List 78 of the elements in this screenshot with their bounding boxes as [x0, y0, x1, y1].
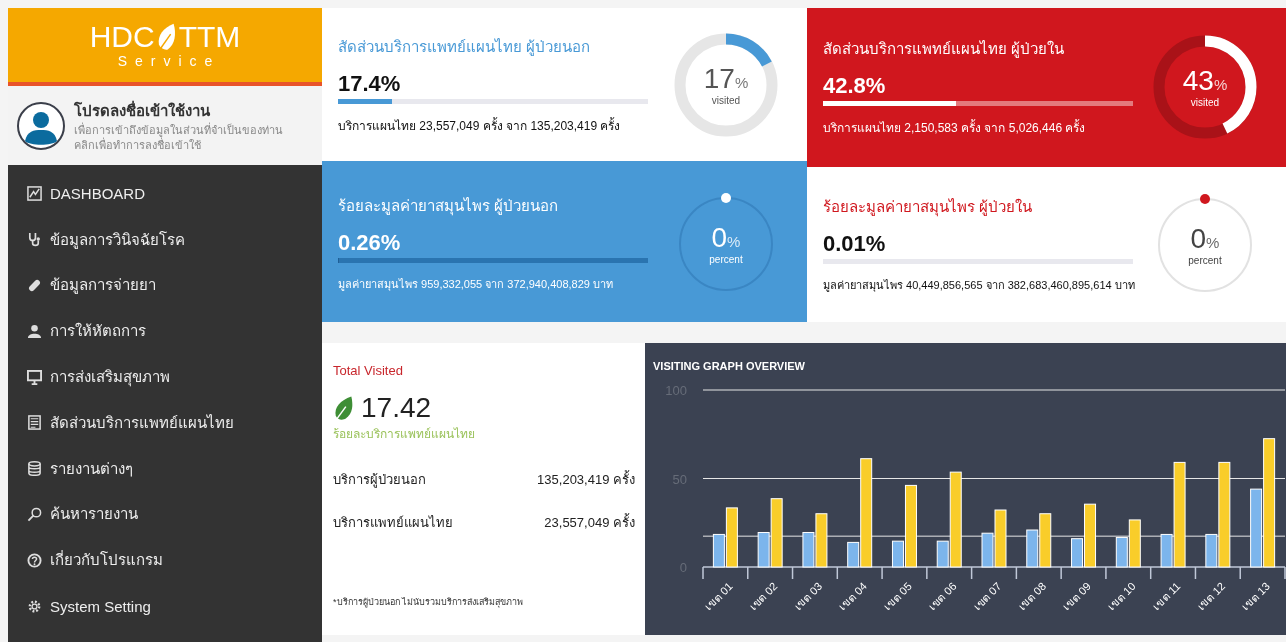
logo-subtitle: Service — [116, 53, 221, 69]
menu-item[interactable]: สัดส่วนบริการแพทย์แผนไทย — [8, 400, 322, 446]
bar — [1026, 529, 1039, 568]
menu-item[interactable]: ข้อมูลการจ่ายยา — [8, 262, 322, 309]
card-title: ร้อยละมูลค่ายาสมุนไพร ผู้ป่วยใน — [823, 197, 1034, 219]
axis-category-label: เขต 06 — [925, 579, 959, 613]
gauge-unit: % — [727, 233, 741, 250]
menu-item[interactable]: ข้อมูลการวินิจฉัยโรค — [8, 216, 322, 263]
doctor-icon — [27, 323, 42, 339]
logo-text: HDC — [89, 21, 155, 53]
axis-category-label: เขต 12 — [1194, 579, 1228, 613]
axis-category-label: เขต 11 — [1150, 579, 1183, 613]
axis-category-label: เขต 04 — [836, 579, 870, 613]
axis-category-label: เขต 01 — [702, 579, 735, 613]
help-icon — [27, 552, 42, 568]
card-value: 0.01% — [823, 231, 887, 257]
gauge-dot — [721, 192, 731, 203]
axis-category-label: เขต 05 — [881, 579, 914, 613]
axis-category-label: เขต 03 — [791, 579, 825, 613]
leaf-icon — [333, 394, 355, 422]
logo-text: TTM — [178, 21, 241, 53]
login-hint: เพื่อการเข้าถึงข้อมูลในส่วนที่จำเป็นของท่าน — [74, 122, 283, 138]
login-panel[interactable]: โปรดลงชื่อเข้าใช้งาน เพื่อการเข้าถึงข้อมูลในส่วนที่จำเป็นของท่าน คลิกเพื่อทำการลงชื่อเข้าใช้ — [8, 86, 322, 165]
total-caption: ร้อยละบริการแพทย์แผนไทย — [333, 426, 476, 443]
stethoscope-icon — [27, 232, 42, 248]
card-detail: มูลค่ายาสมุนไพร 40,449,856,565 จาก 382,683,460,895,614 บาท — [823, 278, 1136, 294]
card-title: สัดส่วนบริการแพทย์แผนไทย ผู้ป่วยนอก — [338, 36, 592, 58]
row-label: บริการแพทย์แผนไทย — [333, 514, 453, 532]
settings-icon — [27, 598, 42, 614]
axis-category-label: เขต 08 — [1015, 579, 1049, 613]
card-value: 0.26% — [338, 230, 402, 256]
gauge-label: percent — [1188, 255, 1222, 266]
menu-item[interactable]: การส่งเสริมสุขภาพ — [8, 354, 322, 400]
total-value: 17.42 — [361, 392, 432, 424]
menu-item[interactable]: เกี่ยวกับโปรแกรม — [8, 537, 322, 584]
axis-category-label: เขต 10 — [1105, 579, 1138, 613]
gauge-unit: % — [734, 74, 749, 91]
card-value: 42.8% — [823, 72, 887, 99]
gauge-value: 0 — [711, 222, 728, 253]
menu-item[interactable]: DASHBOARD — [8, 171, 322, 217]
login-hint: คลิกเพื่อทำการลงชื่อเข้าใช้ — [74, 137, 201, 153]
gauge-label: visited — [711, 95, 741, 106]
card-detail: บริการแผนไทย 2,150,583 ครั้ง จาก 5,026,446 ครั้ง — [823, 118, 1087, 137]
card-detail: บริการแผนไทย 23,557,049 ครั้ง จาก 135,203,419 ครั้ง — [338, 116, 622, 135]
axis-category-label: เขต 13 — [1239, 579, 1273, 613]
gauge-value: 17 — [703, 63, 735, 94]
total-title: Total Visited — [333, 363, 404, 378]
row-label: บริการผู้ป่วยนอก — [333, 471, 426, 490]
login-title[interactable]: โปรดลงชื่อเข้าใช้งาน — [74, 98, 283, 123]
menu-item[interactable]: รายงานต่างๆ — [8, 445, 322, 492]
axis-category-label: เขต 02 — [746, 579, 780, 613]
gauge-dot — [1200, 193, 1210, 204]
document-icon — [27, 415, 42, 431]
menu-item[interactable]: การให้หัตถการ — [8, 308, 322, 355]
row-value: 23,557,049 ครั้ง — [544, 512, 635, 532]
axis-category-label: เขต 09 — [1060, 579, 1093, 613]
axis-category-label: เขต 07 — [970, 579, 1004, 613]
row-value: 135,203,419 ครั้ง — [537, 469, 635, 489]
chart-icon — [27, 186, 42, 202]
monitor-icon — [27, 369, 42, 385]
footnote: *บริการผู้ป่วยนอก ไม่นับรวมบริการส่งเสริมสุขภาพ — [333, 596, 524, 609]
bar — [1039, 513, 1052, 568]
card-detail: มูลค่ายาสมุนไพร 959,332,055 จาก 372,940,408,829 บาท — [338, 277, 614, 293]
database-icon — [27, 461, 42, 477]
menu-item[interactable]: ค้นหารายงาน — [8, 491, 322, 538]
gauge-unit: % — [1213, 76, 1228, 93]
card-value: 17.4% — [338, 70, 402, 97]
gauge-value: 43 — [1182, 65, 1214, 96]
card-title: ร้อยละมูลค่ายาสมุนไพร ผู้ป่วยนอก — [338, 196, 560, 218]
user-avatar-icon — [16, 100, 66, 151]
gauge-label: visited — [1190, 97, 1220, 108]
chart-title: VISITING GRAPH OVERVIEW — [653, 360, 805, 372]
card-title: สัดส่วนบริการแพทย์แผนไทย ผู้ป่วยใน — [823, 38, 1066, 60]
gauge-unit: % — [1206, 234, 1220, 251]
gauge-value: 0 — [1190, 223, 1207, 254]
gauge-label: percent — [709, 254, 743, 265]
search-icon — [27, 506, 42, 522]
menu-item[interactable]: System Setting — [8, 583, 322, 629]
